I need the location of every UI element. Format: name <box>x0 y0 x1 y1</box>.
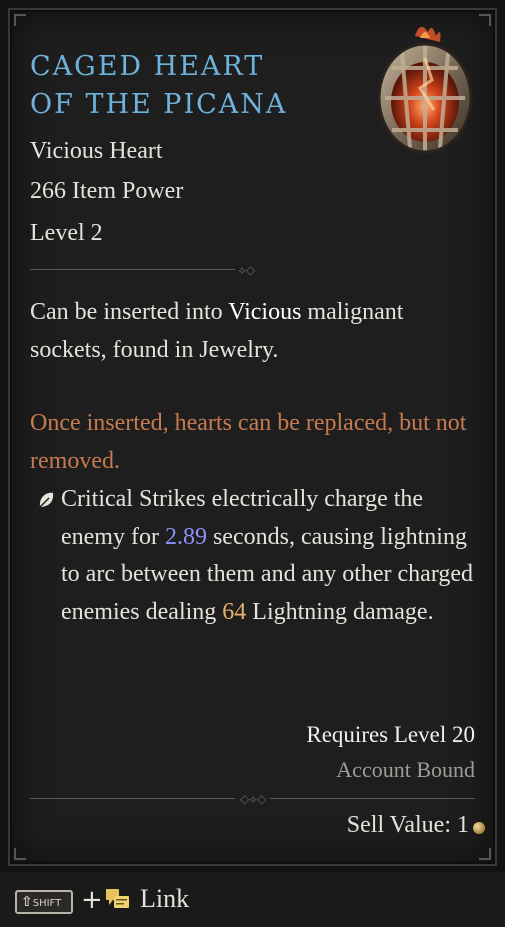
gold-coin-icon <box>473 822 485 834</box>
sell-value: Sell Value: 1 <box>346 812 469 838</box>
frame-corner <box>14 848 26 860</box>
frame-corner <box>479 14 491 26</box>
item-name-line2: OF THE PICANA <box>30 89 288 120</box>
plus-sign: + <box>81 885 103 915</box>
divider: ◇⟡◇ <box>30 792 475 806</box>
affix-duration: 2.89 <box>164 523 207 550</box>
removal-warning: Once inserted, hearts can be replaced, b… <box>30 410 467 474</box>
affix-damage: 64 <box>222 598 247 625</box>
shift-key-label: SHIFT <box>32 898 62 909</box>
malignant-affix-icon <box>39 492 54 508</box>
affix-part3: Lightning damage. <box>246 598 434 625</box>
affix-text: Critical Strikes electrically charge the… <box>61 481 481 631</box>
chat-icon[interactable] <box>103 886 133 914</box>
divider-ornament: ◇⟡◇ <box>240 792 267 806</box>
account-bound: Account Bound <box>336 757 475 782</box>
item-type: Vicious Heart <box>30 138 163 164</box>
socket-description: Can be inserted into Vicious malignant s… <box>30 294 470 369</box>
keybind-bar <box>0 872 505 927</box>
item-name-line1: CAGED HEART <box>30 51 265 82</box>
link-label[interactable]: Link <box>140 884 189 914</box>
shift-key[interactable]: ⇧SHIFT <box>15 890 73 914</box>
frame-corner <box>479 848 491 860</box>
frame-corner <box>14 14 26 26</box>
level-requirement: Requires Level 20 <box>306 722 475 747</box>
item-power: 266 Item Power <box>30 178 184 204</box>
socket-type: Vicious <box>228 299 302 325</box>
desc-prefix: Can be inserted into <box>30 299 229 325</box>
caged-heart-icon <box>377 26 473 154</box>
divider-ornament: ⟡◇ <box>238 263 256 277</box>
item-name: CAGED HEART OF THE PICANA <box>30 48 350 124</box>
item-level: Level 2 <box>30 220 103 246</box>
shift-arrow-icon: ⇧ <box>21 894 33 910</box>
divider: ⟡◇ <box>30 263 270 277</box>
